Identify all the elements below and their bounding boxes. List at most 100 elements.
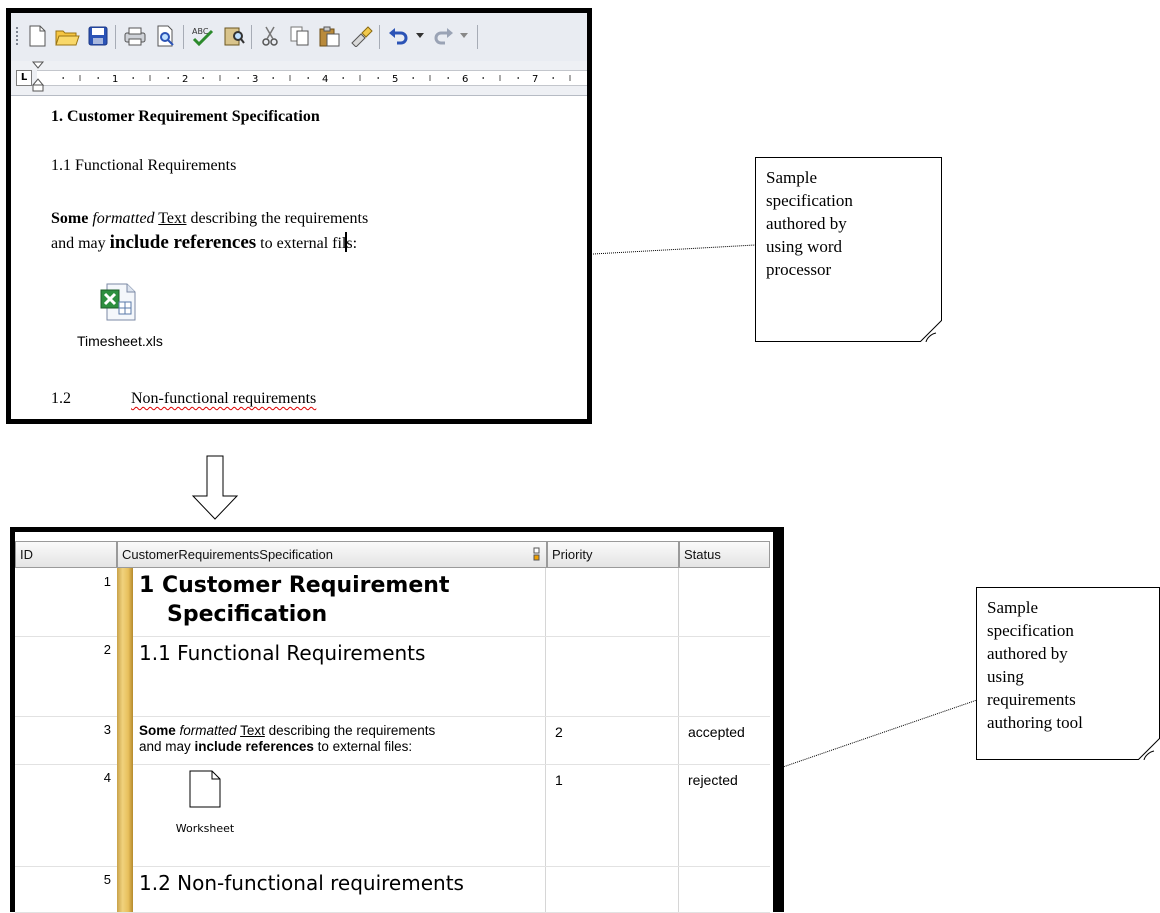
document-paragraph: Some formatted Text describing the requi… bbox=[51, 207, 368, 256]
document-body[interactable]: 1. Customer Requirement Specification 1.… bbox=[11, 96, 587, 419]
ruler-dot bbox=[377, 77, 379, 79]
bold-text: include references bbox=[194, 739, 314, 754]
embedded-attachment[interactable]: Timesheet.xls bbox=[77, 280, 163, 349]
toolbar-separator bbox=[115, 25, 116, 49]
indent-markers[interactable] bbox=[31, 61, 45, 95]
plain-text: to external fil bbox=[260, 235, 347, 252]
column-header-label: Status bbox=[684, 547, 721, 562]
ruler-dot bbox=[412, 77, 414, 79]
row-bar[interactable] bbox=[117, 636, 133, 716]
row-bar[interactable] bbox=[117, 716, 133, 764]
print-icon[interactable] bbox=[121, 23, 149, 49]
undo-icon[interactable] bbox=[385, 23, 411, 49]
row-priority[interactable]: 1 bbox=[555, 772, 563, 788]
column-header-label: ID bbox=[20, 547, 33, 562]
ruler-number: 7 bbox=[532, 74, 538, 85]
requirement-text[interactable]: Some formatted Text describing the requi… bbox=[139, 723, 540, 755]
column-header-specification[interactable]: CustomerRequirementsSpecification bbox=[117, 541, 547, 568]
ruler-dot bbox=[167, 77, 169, 79]
attachment-label: Timesheet.xls bbox=[77, 333, 163, 349]
row-id: 1 bbox=[103, 574, 111, 589]
format-painter-icon[interactable] bbox=[347, 23, 375, 49]
column-header-status[interactable]: Status bbox=[679, 541, 770, 568]
toolbar-separator bbox=[379, 25, 380, 49]
ruler-dot bbox=[202, 77, 204, 79]
heading-3-number: 1.2 bbox=[51, 390, 71, 407]
italic-word: formatted bbox=[179, 723, 237, 738]
research-icon[interactable] bbox=[221, 23, 247, 49]
row-status[interactable]: rejected bbox=[688, 772, 738, 788]
document-file-icon bbox=[189, 770, 221, 808]
copy-icon[interactable] bbox=[287, 23, 313, 49]
italic-word: formatted bbox=[92, 210, 155, 227]
requirement-row-4[interactable]: 4 Worksheet 1 rejected bbox=[15, 764, 770, 867]
redo-dropdown-chevron-icon[interactable] bbox=[457, 23, 471, 49]
tab-stop-selector[interactable]: L bbox=[16, 70, 32, 86]
row-bar[interactable] bbox=[117, 568, 133, 636]
ruler-dot bbox=[62, 77, 64, 79]
requirement-row-5[interactable]: 5 1.2 Non-functional requirements bbox=[15, 866, 770, 913]
requirement-row-1[interactable]: 1 1 Customer Requirement Specification bbox=[15, 568, 770, 637]
new-document-icon[interactable] bbox=[25, 23, 49, 49]
row-bar[interactable] bbox=[117, 866, 133, 912]
requirement-heading[interactable]: 1.1 Functional Requirements bbox=[139, 641, 540, 665]
undo-dropdown-chevron-icon[interactable] bbox=[413, 23, 427, 49]
row-bar[interactable] bbox=[117, 764, 133, 866]
open-folder-icon[interactable] bbox=[53, 23, 81, 49]
requirement-row-2[interactable]: 2 1.1 Functional Requirements bbox=[15, 636, 770, 717]
callout-text: Sample specification authored by using r… bbox=[987, 598, 1083, 732]
callout-requirements-tool: Sample specification authored by using r… bbox=[976, 587, 1160, 760]
ruler-ticks: 12345678 bbox=[62, 74, 590, 85]
underlined-word: Text bbox=[158, 210, 187, 227]
paste-icon[interactable] bbox=[315, 23, 343, 49]
ruler-dot bbox=[272, 77, 274, 79]
row-id: 5 bbox=[103, 872, 111, 887]
requirement-heading-line: Specification bbox=[167, 602, 328, 627]
ruler-dot bbox=[482, 77, 484, 79]
ruler-number: 1 bbox=[112, 74, 118, 85]
document-heading-1: 1. Customer Requirement Specification bbox=[51, 108, 320, 126]
ruler-dot bbox=[447, 77, 449, 79]
requirement-row-3[interactable]: 3 Some formatted Text describing the req… bbox=[15, 716, 770, 765]
redo-icon[interactable] bbox=[431, 23, 457, 49]
ruler-strip[interactable]: 12345678 bbox=[37, 70, 587, 86]
column-resize-handle-icon[interactable] bbox=[533, 547, 541, 561]
requirement-heading-line: 1 Customer Requirement bbox=[139, 573, 450, 598]
row-priority[interactable]: 2 bbox=[555, 724, 563, 740]
plain-text: to external files: bbox=[317, 739, 413, 754]
heading-3-text: Non-functional requirements bbox=[131, 390, 317, 407]
toolbar-grip[interactable] bbox=[16, 27, 18, 47]
excel-file-icon bbox=[100, 283, 136, 321]
standard-toolbar: ABC bbox=[11, 13, 587, 62]
plain-text: s: bbox=[346, 235, 358, 252]
ruler-dot bbox=[588, 77, 590, 79]
ruler-number: 2 bbox=[182, 74, 188, 85]
row-id: 2 bbox=[103, 642, 111, 657]
cut-icon[interactable] bbox=[257, 23, 283, 49]
ruler-dot bbox=[97, 77, 99, 79]
plain-text: describing the requirements bbox=[190, 210, 369, 227]
embedded-attachment[interactable]: Worksheet bbox=[165, 770, 245, 835]
bold-word: Some bbox=[51, 210, 89, 227]
horizontal-ruler[interactable]: L 12345678 bbox=[11, 61, 587, 96]
spelling-icon[interactable]: ABC bbox=[189, 23, 217, 49]
row-status[interactable]: accepted bbox=[688, 724, 745, 740]
page-fold-icon bbox=[1138, 738, 1160, 760]
down-arrow-icon bbox=[191, 455, 239, 520]
bold-word: Some bbox=[139, 723, 176, 738]
plain-text: and may bbox=[51, 235, 106, 252]
plain-text: describing the requirements bbox=[268, 723, 436, 738]
ruler-dot bbox=[307, 77, 309, 79]
ruler-dot bbox=[132, 77, 134, 79]
column-header-id[interactable]: ID bbox=[15, 541, 117, 568]
print-preview-icon[interactable] bbox=[153, 23, 179, 49]
ruler-number: 4 bbox=[322, 74, 328, 85]
row-id: 4 bbox=[103, 770, 111, 785]
requirement-heading[interactable]: 1 Customer Requirement Specification bbox=[139, 571, 540, 629]
column-header-priority[interactable]: Priority bbox=[547, 541, 679, 568]
grid-body: ID CustomerRequirementsSpecification Pri… bbox=[15, 532, 770, 913]
ruler-number: 5 bbox=[392, 74, 398, 85]
save-icon[interactable] bbox=[85, 23, 111, 49]
requirement-heading[interactable]: 1.2 Non-functional requirements bbox=[139, 871, 540, 895]
column-header-label: Priority bbox=[552, 547, 593, 562]
